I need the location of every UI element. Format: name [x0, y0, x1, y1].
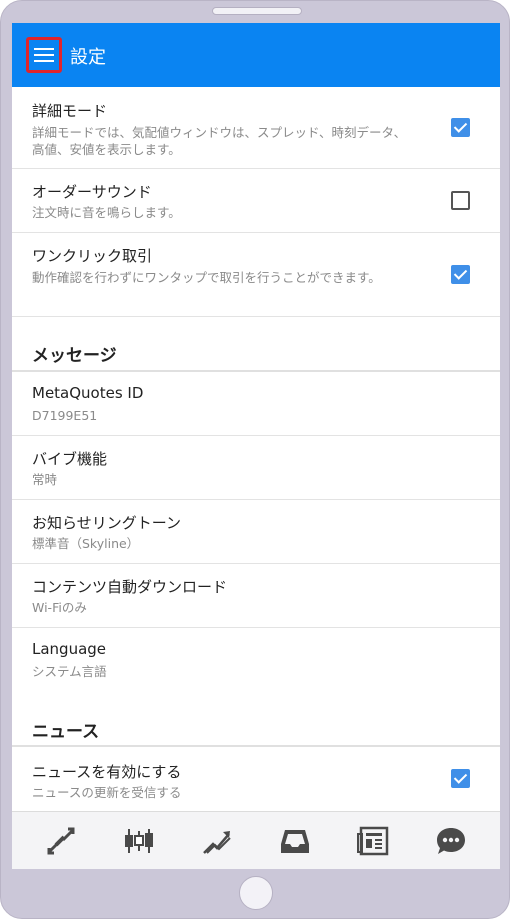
setting-description: 動作確認を行わずにワンタップで取引を行うことができます。	[32, 270, 381, 285]
chart-icon[interactable]	[123, 826, 155, 856]
one-click-trading-checkbox[interactable]	[451, 265, 470, 284]
app-bar: 設定	[12, 23, 500, 87]
setting-description: 注文時に音を鳴らします。	[32, 205, 181, 220]
chat-icon[interactable]	[435, 826, 467, 856]
setting-order-sound[interactable]: オーダーサウンド 注文時に音を鳴らします。	[12, 169, 500, 233]
setting-title: コンテンツ自動ダウンロード	[32, 578, 228, 596]
bottom-tab-bar	[12, 811, 500, 869]
setting-value: Wi-Fiのみ	[32, 600, 87, 615]
setting-advanced-mode[interactable]: 詳細モード 詳細モードでは、気配値ウィンドウは、スプレッド、時刻データ、高値、安…	[12, 87, 500, 169]
setting-enable-news[interactable]: ニュースを有効にする ニュースの更新を受信する	[12, 747, 500, 810]
setting-ringtone[interactable]: お知らせリングトーン 標準音（Skyline）	[12, 500, 500, 564]
menu-button[interactable]	[26, 37, 62, 73]
setting-description: 詳細モードでは、気配値ウィンドウは、スプレッド、時刻データ、高値、安値を表示しま…	[32, 125, 407, 157]
home-button[interactable]	[239, 876, 273, 910]
screen: 設定 詳細モード 詳細モードでは、気配値ウィンドウは、スプレッド、時刻データ、高…	[12, 23, 500, 869]
setting-value: 常時	[32, 472, 58, 487]
news-icon[interactable]	[357, 826, 389, 856]
page-title: 設定	[70, 47, 106, 68]
section-heading-news: ニュース	[32, 722, 100, 742]
setting-title: MetaQuotes ID	[32, 384, 144, 402]
setting-title: 詳細モード	[32, 102, 108, 120]
setting-value: D7199E51	[32, 408, 98, 423]
setting-title: ニュースを有効にする	[32, 763, 182, 781]
enable-news-checkbox[interactable]	[451, 769, 470, 788]
setting-description: ニュースの更新を受信する	[32, 785, 182, 800]
quotes-icon[interactable]	[45, 826, 77, 856]
setting-value: システム言語	[32, 664, 107, 679]
setting-title: オーダーサウンド	[32, 183, 152, 201]
setting-title: バイブ機能	[32, 450, 108, 468]
history-icon[interactable]	[279, 826, 311, 856]
setting-title: お知らせリングトーン	[32, 514, 181, 532]
phone-frame: 設定 詳細モード 詳細モードでは、気配値ウィンドウは、スプレッド、時刻データ、高…	[0, 0, 510, 919]
phone-speaker	[212, 7, 302, 15]
section-heading-messages: メッセージ	[32, 346, 117, 366]
settings-list: 詳細モード 詳細モードでは、気配値ウィンドウは、スプレッド、時刻データ、高値、安…	[12, 87, 500, 811]
setting-vibration[interactable]: バイブ機能 常時	[12, 436, 500, 500]
order-sound-checkbox[interactable]	[451, 191, 470, 210]
setting-one-click-trading[interactable]: ワンクリック取引 動作確認を行わずにワンタップで取引を行うことができます。	[12, 233, 500, 317]
hamburger-icon	[34, 48, 54, 62]
trade-icon[interactable]	[201, 826, 233, 856]
setting-title: Language	[32, 640, 107, 658]
setting-value: 標準音（Skyline）	[32, 536, 140, 551]
setting-auto-download[interactable]: コンテンツ自動ダウンロード Wi-Fiのみ	[12, 564, 500, 628]
advanced-mode-checkbox[interactable]	[451, 118, 470, 137]
setting-language[interactable]: Language システム言語	[12, 628, 500, 691]
setting-metaquotes-id[interactable]: MetaQuotes ID D7199E51	[12, 372, 500, 436]
setting-title: ワンクリック取引	[32, 247, 153, 265]
